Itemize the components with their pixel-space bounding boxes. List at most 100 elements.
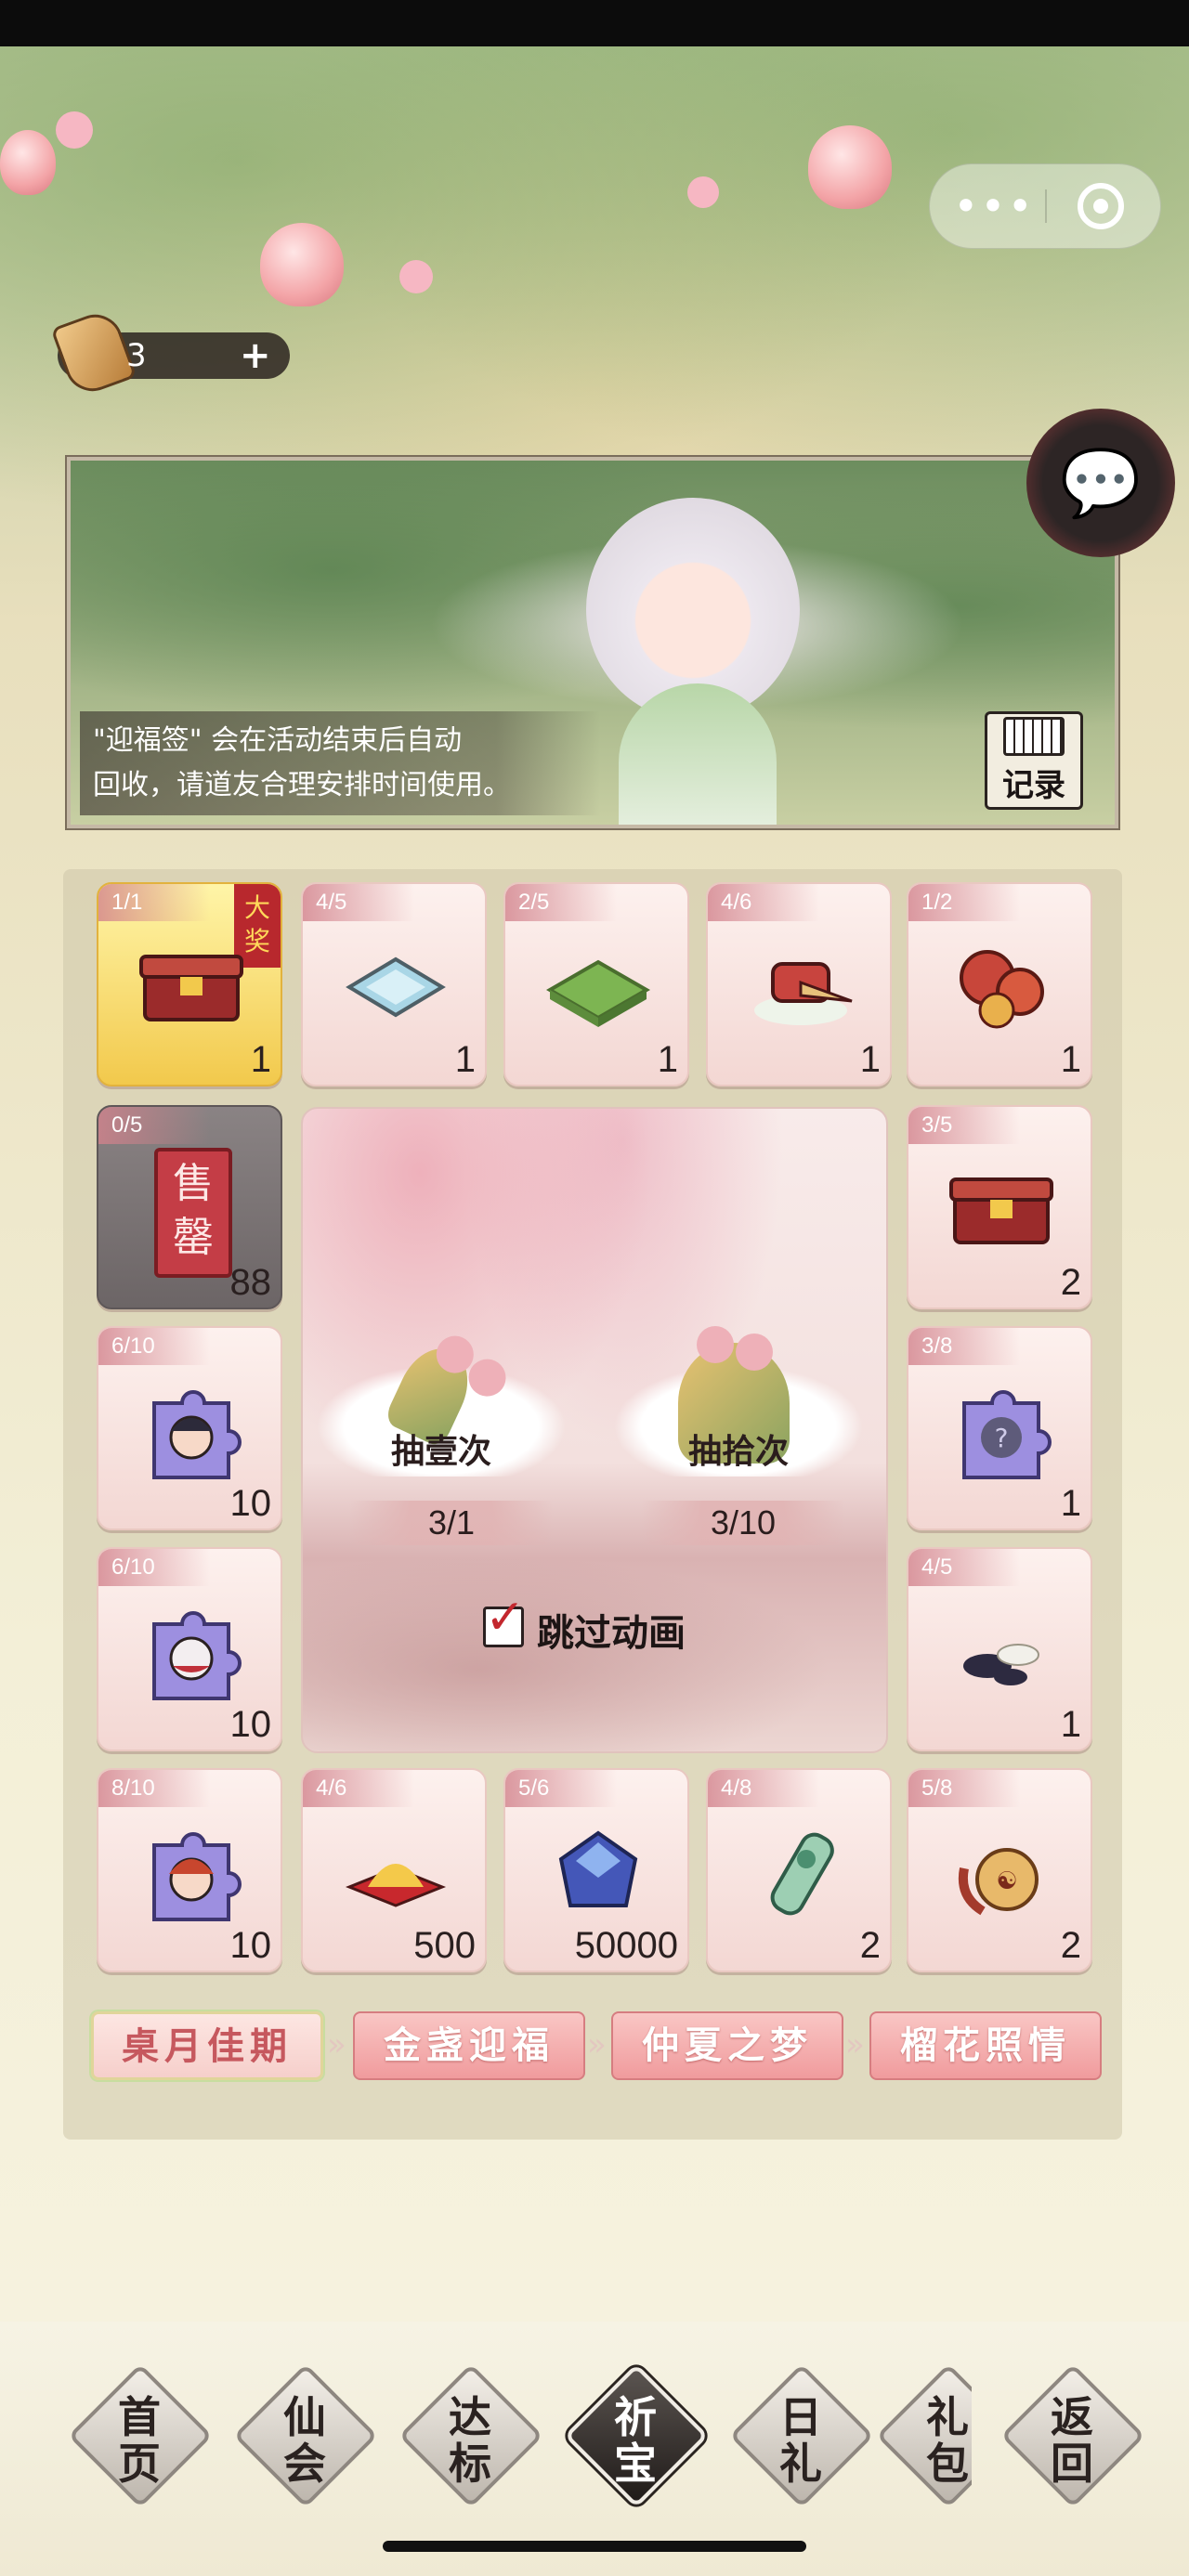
prize-quantity: 1 xyxy=(250,1039,271,1080)
draw-ten-count: 3/10 xyxy=(641,1501,845,1545)
prize-progress: 2/5 xyxy=(505,884,617,921)
prize-progress: 4/8 xyxy=(708,1770,819,1807)
peach-decoration xyxy=(260,223,344,306)
stage-tab-3[interactable]: 仲夏之梦 xyxy=(611,2011,843,2080)
prize-cell[interactable]: 2/5 1 xyxy=(503,882,689,1086)
prize-cell[interactable]: 5/8 ☯ 2 xyxy=(907,1768,1092,1972)
peach-decoration xyxy=(808,125,892,209)
mystery-puzzle-piece-icon: ? xyxy=(962,1390,1052,1479)
sold-out-stamp: 售罄 xyxy=(154,1148,232,1278)
capsule-divider xyxy=(1045,189,1047,223)
nav-daily-gift[interactable]: 日 礼 xyxy=(729,2363,874,2508)
prize-progress: 4/6 xyxy=(303,1770,414,1807)
prize-progress: 5/8 xyxy=(908,1770,1020,1807)
chevron-right-icon: » xyxy=(327,2026,346,2063)
prize-cell-grand-chest[interactable]: 1/1 大奖 1 xyxy=(97,882,282,1086)
stage-tab-4[interactable]: 榴花照情 xyxy=(869,2011,1102,2080)
prize-quantity: 1 xyxy=(1060,1483,1081,1524)
treasure-chest-icon xyxy=(949,1177,1053,1244)
draw-once-count: 3/1 xyxy=(349,1501,554,1545)
character-puzzle-piece-icon xyxy=(152,1832,242,1921)
blossom-decoration xyxy=(56,111,93,149)
nav-label: 首 页 xyxy=(118,2392,163,2489)
checkmark-icon: ✓ xyxy=(485,1590,526,1646)
gourd-pouch-icon: ☯ xyxy=(959,1848,1039,1916)
prize-cell[interactable]: 3/8 ? 1 xyxy=(907,1326,1092,1530)
water-pool-tile-icon xyxy=(346,956,446,1018)
book-icon xyxy=(1003,717,1065,756)
svg-text:?: ? xyxy=(995,1423,1009,1453)
prize-progress: 4/5 xyxy=(303,884,414,921)
nav-label: 礼 包 xyxy=(926,2392,971,2489)
prize-cell-sold-out[interactable]: 0/5 售罄 88 xyxy=(97,1105,282,1309)
nav-back[interactable]: 返 回 xyxy=(1000,2363,1145,2508)
prize-cell[interactable]: 6/10 10 xyxy=(97,1547,282,1751)
prize-progress: 5/6 xyxy=(505,1770,617,1807)
prize-progress: 1/1 xyxy=(98,884,210,921)
notice-line-1: "迎福签" 会在活动结束后自动 xyxy=(93,724,463,757)
stage-tab-2[interactable]: 金盏迎福 xyxy=(353,2011,585,2080)
stage-tab-1[interactable]: 桌月佳期 xyxy=(91,2011,323,2080)
prize-progress: 4/6 xyxy=(708,884,819,921)
prize-cell[interactable]: 4/8 2 xyxy=(706,1768,892,1972)
more-options-icon[interactable]: ••• xyxy=(952,182,1036,230)
nav-label: 仙 会 xyxy=(283,2392,328,2489)
home-indicator xyxy=(383,2541,806,2552)
nav-pray-treasure[interactable]: 祈 宝 xyxy=(564,2363,709,2508)
prize-quantity: 50000 xyxy=(574,1925,678,1966)
prize-quantity: 1 xyxy=(1060,1704,1081,1745)
blossom-decoration xyxy=(687,176,719,208)
status-bar xyxy=(0,0,1189,46)
character-puzzle-piece-icon xyxy=(152,1390,242,1479)
prize-cell[interactable]: 4/5 1 xyxy=(301,882,487,1086)
nav-label: 日 礼 xyxy=(779,2392,824,2489)
prize-quantity: 2 xyxy=(1060,1262,1081,1303)
notice-line-2: 回收，请道友合理安排时间使用。 xyxy=(93,769,511,801)
prize-cell[interactable]: 4/5 1 xyxy=(907,1547,1092,1751)
prize-quantity: 10 xyxy=(229,1704,272,1745)
nav-achievement[interactable]: 达 标 xyxy=(399,2363,543,2508)
prize-progress: 6/10 xyxy=(98,1328,210,1365)
chevron-right-icon: » xyxy=(845,2026,865,2063)
prize-cell[interactable]: 1/2 1 xyxy=(907,882,1092,1086)
prize-cell[interactable]: 8/10 10 xyxy=(97,1768,282,1972)
prize-cell[interactable]: 4/6 500 xyxy=(301,1768,487,1972)
draw-ten-label: 抽拾次 xyxy=(687,1433,789,1471)
prize-quantity: 1 xyxy=(1060,1039,1081,1080)
prize-cell[interactable]: 4/6 1 xyxy=(706,882,892,1086)
add-currency-button[interactable]: + xyxy=(240,332,271,379)
prize-cell[interactable]: 3/5 2 xyxy=(907,1105,1092,1309)
treasure-chest-icon xyxy=(139,955,243,1021)
prize-quantity: 10 xyxy=(229,1925,272,1966)
gold-dust-icon xyxy=(345,1864,447,1907)
prize-cell[interactable]: 5/6 50000 xyxy=(503,1768,689,1972)
jade-token-icon xyxy=(770,1832,834,1916)
prize-progress: 8/10 xyxy=(98,1770,210,1807)
nav-immortal-meeting[interactable]: 仙 会 xyxy=(233,2363,378,2508)
currency-count: 3 xyxy=(126,337,147,374)
go-stones-icon xyxy=(963,1644,1039,1685)
nav-home[interactable]: 首 页 xyxy=(68,2363,213,2508)
prize-progress: 1/2 xyxy=(908,884,1020,921)
nav-label: 祈 宝 xyxy=(614,2392,659,2489)
nav-label: 达 标 xyxy=(449,2392,493,2489)
skip-animation-label: 跳过动画 xyxy=(537,1612,686,1655)
fairy-character-dress xyxy=(619,683,777,825)
prize-progress: 3/8 xyxy=(908,1328,1020,1365)
prize-progress: 0/5 xyxy=(98,1107,210,1144)
nav-gift-pack[interactable]: 礼 包 xyxy=(879,2366,972,2505)
blue-gem-icon xyxy=(558,1830,638,1907)
draw-once-label: 抽壹次 xyxy=(390,1433,491,1471)
prize-quantity: 10 xyxy=(229,1483,272,1524)
banner-notice: "迎福签" 会在活动结束后自动 回收，请道友合理安排时间使用。 xyxy=(80,711,600,815)
prize-quantity: 1 xyxy=(859,1039,881,1080)
prize-quantity: 500 xyxy=(413,1925,476,1966)
prize-cell[interactable]: 6/10 10 xyxy=(97,1326,282,1530)
prize-quantity: 2 xyxy=(859,1925,881,1966)
svg-text:☯: ☯ xyxy=(996,1867,1017,1895)
record-label: 记录 xyxy=(1002,767,1065,804)
peach-decoration xyxy=(0,130,56,195)
nav-label: 返 回 xyxy=(1051,2392,1095,2489)
close-mini-program-icon[interactable] xyxy=(1078,183,1124,229)
bird-chariot-icon xyxy=(754,962,853,1025)
